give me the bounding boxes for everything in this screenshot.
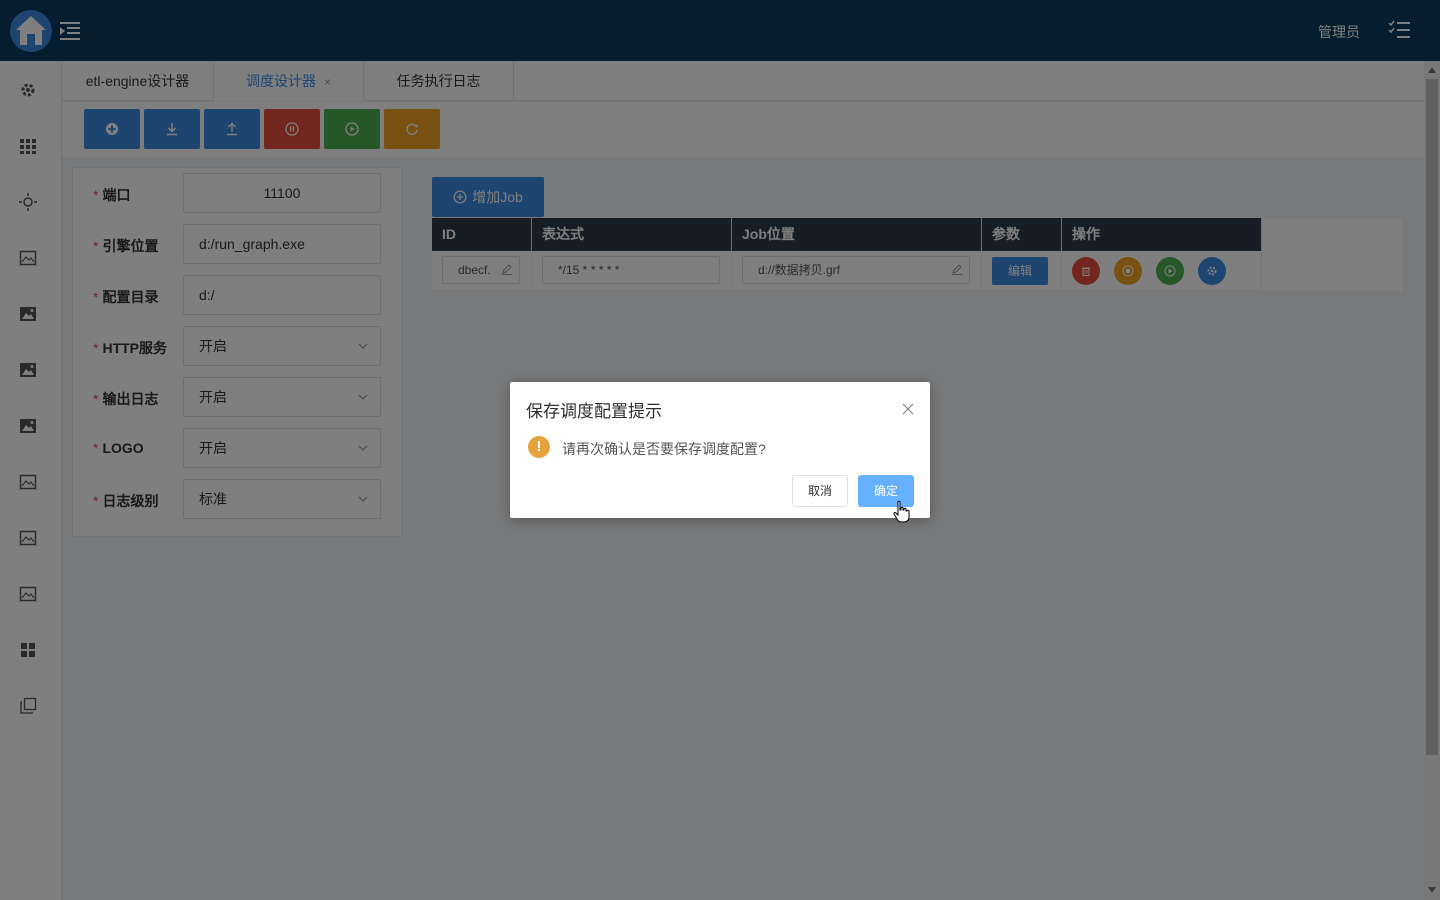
hand-cursor-icon [893, 500, 910, 523]
dialog-title: 保存调度配置提示 [526, 402, 662, 421]
dialog-message: 请再次确认是否要保存调度配置? [562, 441, 766, 457]
close-icon[interactable] [902, 403, 914, 415]
cancel-button[interactable]: 取消 [792, 475, 848, 507]
confirm-save-dialog: 保存调度配置提示 ! 请再次确认是否要保存调度配置? 取消 确定 [510, 382, 930, 518]
warning-icon: ! [528, 436, 550, 458]
